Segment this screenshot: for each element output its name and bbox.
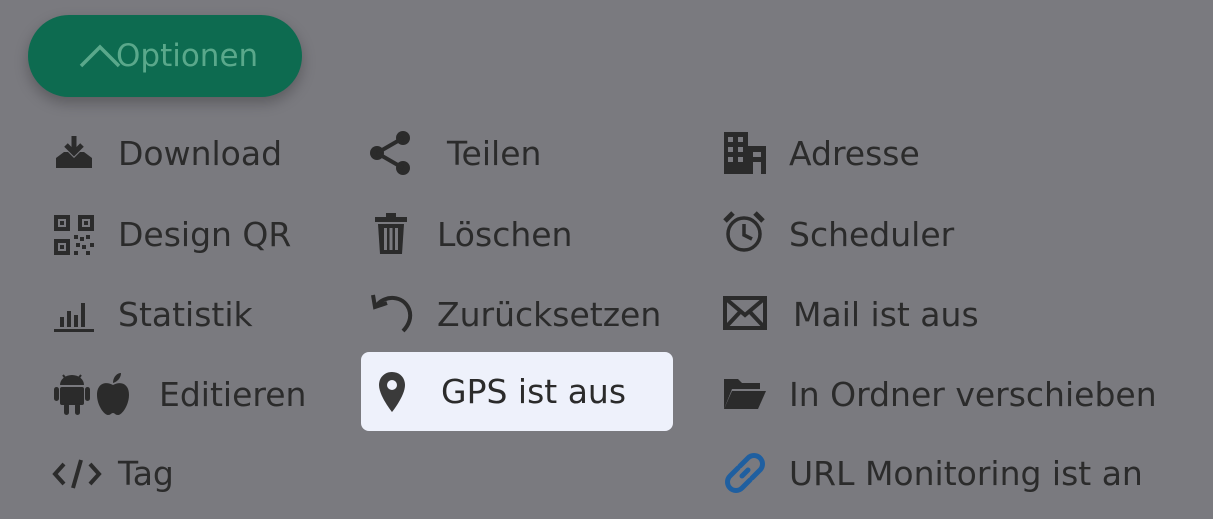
menu-item-label: GPS ist aus bbox=[441, 372, 627, 411]
menu-item-download[interactable]: Download bbox=[50, 124, 310, 184]
menu-item-editieren[interactable]: Editieren bbox=[50, 365, 310, 425]
buildings-icon bbox=[722, 130, 768, 176]
menu-item-url-monitoring[interactable]: URL Monitoring ist an bbox=[720, 444, 1170, 504]
menu-item-zuruecksetzen[interactable]: Zurücksetzen bbox=[365, 285, 665, 345]
menu-item-ordner[interactable]: In Ordner verschieben bbox=[720, 365, 1170, 425]
folder-open-icon bbox=[722, 375, 768, 413]
menu-item-label: Mail ist aus bbox=[793, 295, 979, 334]
menu-item-label: Teilen bbox=[447, 134, 542, 173]
menu-item-label: Adresse bbox=[789, 134, 920, 173]
menu-item-label: Zurücksetzen bbox=[437, 295, 662, 334]
map-pin-icon bbox=[377, 370, 407, 414]
link-icon bbox=[722, 450, 768, 496]
apple-icon bbox=[94, 371, 132, 417]
menu-item-label: Löschen bbox=[437, 215, 573, 254]
menu-item-label: Design QR bbox=[118, 215, 292, 254]
undo-icon bbox=[369, 289, 415, 335]
options-button-label: Optionen bbox=[116, 38, 259, 74]
menu-item-gps[interactable]: GPS ist aus bbox=[361, 362, 673, 422]
menu-item-label: Tag bbox=[118, 454, 174, 493]
options-button[interactable]: Optionen bbox=[28, 15, 302, 97]
qr-code-icon bbox=[52, 213, 96, 257]
menu-item-label: Statistik bbox=[118, 295, 253, 334]
code-icon bbox=[52, 456, 102, 492]
menu-item-teilen[interactable]: Teilen bbox=[365, 124, 615, 184]
menu-item-label: In Ordner verschieben bbox=[789, 375, 1157, 414]
download-icon bbox=[52, 134, 96, 174]
menu-item-scheduler[interactable]: Scheduler bbox=[720, 205, 980, 265]
menu-item-tag[interactable]: Tag bbox=[50, 444, 250, 504]
android-icon bbox=[54, 373, 90, 417]
mail-icon bbox=[722, 295, 768, 333]
menu-item-label: Download bbox=[118, 134, 283, 173]
menu-item-statistik[interactable]: Statistik bbox=[50, 285, 310, 345]
menu-item-label: Editieren bbox=[159, 375, 307, 414]
menu-item-loeschen[interactable]: Löschen bbox=[365, 205, 615, 265]
menu-item-label: Scheduler bbox=[789, 215, 955, 254]
menu-item-label: URL Monitoring ist an bbox=[789, 454, 1143, 493]
share-icon bbox=[369, 130, 413, 176]
alarm-clock-icon bbox=[722, 209, 766, 255]
menu-item-adresse[interactable]: Adresse bbox=[720, 124, 970, 184]
bar-chart-icon bbox=[52, 295, 96, 335]
trash-icon bbox=[373, 211, 409, 257]
menu-item-design-qr[interactable]: Design QR bbox=[50, 205, 310, 265]
menu-item-mail[interactable]: Mail ist aus bbox=[720, 285, 1000, 345]
